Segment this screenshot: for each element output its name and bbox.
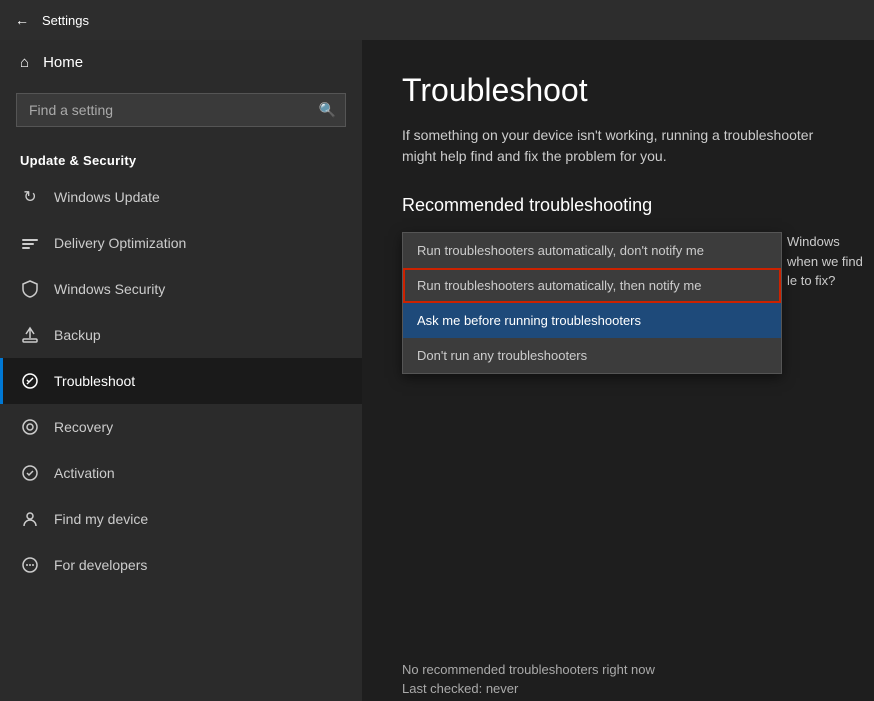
sidebar-item-label: Activation [54,465,115,481]
sidebar-item-backup[interactable]: Backup [0,312,362,358]
sidebar-item-find-my-device[interactable]: Find my device [0,496,362,542]
activation-icon [20,463,40,483]
dropdown-menu: Run troubleshooters automatically, don't… [402,232,782,374]
sidebar-item-delivery-optimization[interactable]: Delivery Optimization [0,220,362,266]
sidebar-item-windows-update[interactable]: ↻ Windows Update [0,174,362,220]
dropdown-item-auto-no-notify[interactable]: Run troubleshooters automatically, don't… [403,233,781,268]
troubleshoot-icon [20,371,40,391]
sidebar-item-label: For developers [54,557,147,573]
context-aside: Windows when we find le to fix? [787,232,874,291]
main-layout: ⌂ Home 🔍 Update & Security ↻ Windows Upd… [0,40,874,701]
back-icon: ← [15,12,29,28]
dropdown-item-ask-before[interactable]: Ask me before running troubleshooters [403,303,781,338]
recovery-icon [20,417,40,437]
delivery-optimization-icon [20,233,40,253]
sidebar-item-label: Backup [54,327,101,343]
sidebar: ⌂ Home 🔍 Update & Security ↻ Windows Upd… [0,40,362,701]
find-my-device-icon [20,509,40,529]
sidebar-item-label: Windows Update [54,189,160,205]
sidebar-item-recovery[interactable]: Recovery [0,404,362,450]
search-container: 🔍 [16,93,346,127]
title-bar-title: Settings [42,13,89,28]
home-label: Home [43,54,83,71]
last-checked: Last checked: never [402,681,834,696]
sidebar-item-label: Delivery Optimization [54,235,186,251]
recommended-section: Windows when we find le to fix? Run trou… [402,232,834,696]
sidebar-item-label: Windows Security [54,281,165,297]
status-text: No recommended troubleshooters right now [402,662,834,677]
search-input[interactable] [16,93,346,127]
dropdown-item-dont-run[interactable]: Don't run any troubleshooters [403,338,781,373]
page-description: If something on your device isn't workin… [402,125,834,167]
sidebar-item-label: Find my device [54,511,148,527]
back-button[interactable]: ← [12,10,32,30]
home-icon: ⌂ [20,54,29,71]
for-developers-icon [20,555,40,575]
windows-update-icon: ↻ [20,187,40,207]
sidebar-item-activation[interactable]: Activation [0,450,362,496]
section-title: Recommended troubleshooting [402,195,834,216]
page-title: Troubleshoot [402,72,834,109]
sidebar-item-windows-security[interactable]: Windows Security [0,266,362,312]
windows-security-icon [20,279,40,299]
content-area: Troubleshoot If something on your device… [362,40,874,701]
dropdown-item-auto-notify[interactable]: Run troubleshooters automatically, then … [403,268,781,303]
sidebar-item-label: Recovery [54,419,113,435]
section-header: Update & Security [0,143,362,174]
title-bar: ← Settings [0,0,874,40]
sidebar-item-home[interactable]: ⌂ Home [0,40,362,85]
sidebar-item-label: Troubleshoot [54,373,135,389]
sidebar-item-for-developers[interactable]: For developers [0,542,362,588]
sidebar-item-troubleshoot[interactable]: Troubleshoot [0,358,362,404]
backup-icon [20,325,40,345]
